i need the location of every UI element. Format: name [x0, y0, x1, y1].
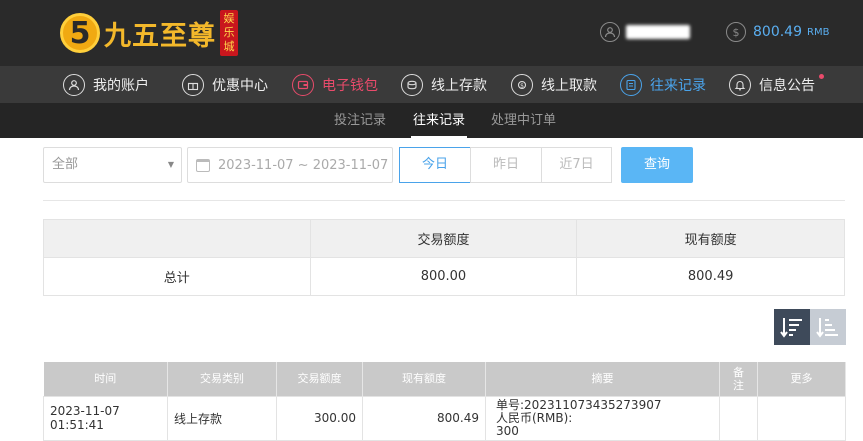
logo-badge: 娱乐城: [220, 10, 238, 56]
calendar-icon: [196, 158, 210, 172]
svg-text:$: $: [520, 82, 524, 89]
top-header: 5 九五至尊 娱乐城 $ 800.49 RMB: [0, 0, 863, 66]
type-select[interactable]: 全部 ▼: [43, 147, 182, 183]
summary-header-row: 交易额度 现有额度: [43, 219, 845, 258]
nav-item-withdraw[interactable]: $ 线上取款: [511, 66, 597, 103]
divider: [43, 200, 845, 201]
nav-item-announcements[interactable]: 信息公告: [729, 66, 824, 103]
row-balance: 800.49: [362, 395, 486, 441]
column-header-note: 备注: [719, 362, 758, 396]
nav-label: 电子钱包: [322, 77, 378, 94]
summary-header-cell: 交易额度: [309, 219, 578, 258]
tab-transaction-records[interactable]: 往来记录: [410, 103, 468, 138]
nav-label: 线上存款: [431, 77, 487, 94]
logo-mark: 5: [60, 13, 100, 53]
wallet-icon: [292, 73, 314, 96]
deposit-icon: [401, 73, 423, 96]
balance-display: $ 800.49 RMB: [726, 22, 829, 42]
sort-descending-button[interactable]: [774, 309, 810, 345]
sort-ascending-icon: [816, 318, 838, 338]
nav-item-account[interactable]: 我的账户: [63, 66, 149, 103]
date-range-input[interactable]: 2023-11-07 ~ 2023-11-07: [187, 147, 393, 183]
withdraw-icon: $: [511, 73, 533, 96]
type-select-value: 全部: [52, 157, 79, 172]
tab-bet-records[interactable]: 投注记录: [334, 103, 386, 138]
memo-currency: 人民币(RMB):: [496, 410, 573, 425]
sub-tabs: 投注记录 往来记录 处理中订单: [0, 103, 863, 138]
column-header-balance: 现有额度: [362, 362, 486, 396]
summary-total-row: 总计 800.00 800.49: [43, 257, 845, 296]
row-more[interactable]: [757, 395, 846, 441]
summary-table: 交易额度 现有额度 总计 800.00 800.49: [43, 219, 845, 296]
main-nav: 我的账户 优惠中心 电子钱包 线上存款 $ 线上取款 往来记录 信息公告: [0, 66, 863, 103]
memo-order-number: 单号:202311073435273907: [496, 397, 662, 412]
user-icon: [63, 73, 85, 96]
nav-label: 优惠中心: [212, 77, 268, 94]
summary-cell: 800.49: [576, 257, 845, 296]
row-time: 2023-11-07 01:51:41: [43, 395, 168, 441]
logo-text: 九五至尊: [104, 20, 216, 52]
nav-item-promotions[interactable]: 优惠中心: [182, 66, 268, 103]
brand-logo[interactable]: 5 九五至尊 娱乐城: [60, 8, 238, 58]
yesterday-button[interactable]: 昨日: [470, 147, 542, 183]
summary-cell: 800.00: [309, 257, 578, 296]
summary-cell: 总计: [43, 257, 311, 296]
nav-item-records[interactable]: 往来记录: [620, 66, 706, 103]
row-amount: 300.00: [276, 395, 363, 441]
nav-label: 往来记录: [650, 77, 706, 94]
sort-ascending-button[interactable]: [810, 309, 846, 345]
date-range-value: 2023-11-07 ~ 2023-11-07: [218, 157, 389, 173]
bell-icon: [729, 73, 751, 96]
column-header-time: 时间: [43, 362, 168, 396]
row-memo: 单号:202311073435273907 人民币(RMB): 300: [485, 395, 720, 441]
sort-descending-icon: [780, 318, 802, 338]
nav-label: 线上取款: [541, 77, 597, 94]
nav-label: 信息公告: [759, 77, 815, 94]
username-redacted: [626, 25, 690, 39]
table-row[interactable]: 2023-11-07 01:51:41 线上存款 300.00 800.49 单…: [43, 395, 846, 441]
gift-icon: [182, 73, 204, 96]
records-icon: [620, 73, 642, 96]
transactions-header-row: 时间 交易类别 交易额度 现有额度 摘要 备注 更多: [43, 362, 846, 396]
transactions-table: 时间 交易类别 交易额度 现有额度 摘要 备注 更多 2023-11-07 01…: [43, 362, 846, 441]
column-header-amount: 交易额度: [276, 362, 363, 396]
nav-item-deposit[interactable]: 线上存款: [401, 66, 487, 103]
user-icon: [600, 22, 620, 42]
last-7-days-button[interactable]: 近7日: [541, 147, 612, 183]
column-header-more: 更多: [757, 362, 846, 396]
summary-header-cell: [43, 219, 311, 258]
query-button[interactable]: 查询: [621, 147, 693, 183]
user-info[interactable]: [600, 22, 690, 42]
summary-header-cell: 现有额度: [576, 219, 845, 258]
nav-label: 我的账户: [93, 77, 149, 94]
tab-pending-orders[interactable]: 处理中订单: [491, 103, 556, 138]
dollar-icon: $: [726, 22, 746, 42]
nav-item-wallet[interactable]: 电子钱包: [292, 66, 378, 103]
balance-amount: 800.49: [753, 24, 802, 40]
chevron-down-icon: ▼: [167, 160, 174, 169]
column-header-memo: 摘要: [485, 362, 720, 396]
column-header-type: 交易类别: [167, 362, 277, 396]
balance-currency: RMB: [807, 26, 830, 38]
row-note: [719, 395, 758, 441]
row-type: 线上存款: [167, 395, 277, 441]
today-button[interactable]: 今日: [399, 147, 471, 183]
memo-value: 300: [496, 423, 519, 438]
notification-dot: [819, 74, 824, 79]
